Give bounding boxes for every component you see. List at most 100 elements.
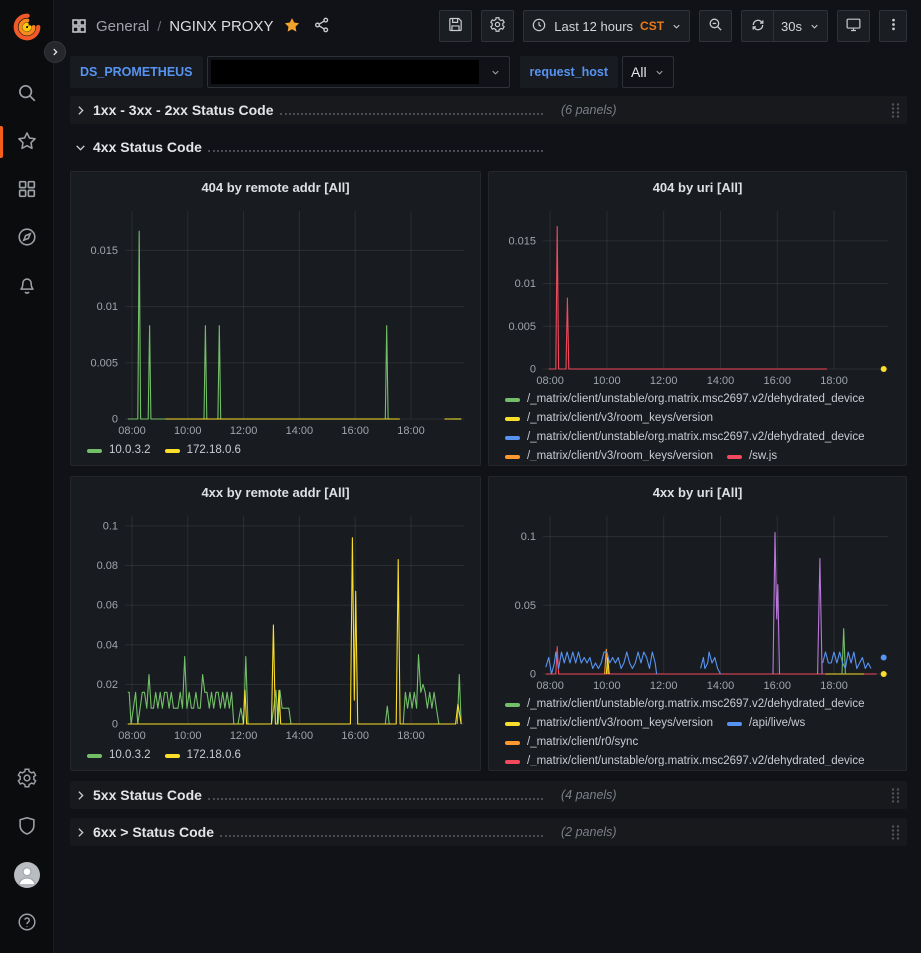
sidebar-item-search[interactable] (0, 70, 54, 118)
svg-text:18:00: 18:00 (397, 730, 425, 742)
svg-text:12:00: 12:00 (650, 680, 678, 692)
time-range-picker[interactable]: Last 12 hours CST (523, 10, 690, 42)
grafana-logo[interactable] (12, 12, 42, 42)
sidebar-item-profile[interactable] (0, 851, 54, 899)
legend-item[interactable]: /_matrix/client/v3/room_keys/version (505, 714, 713, 733)
variable-label-ds[interactable]: DS_PROMETHEUS (70, 56, 203, 88)
row-panel-count: (6 panels) (561, 103, 617, 117)
chevron-down-icon (490, 67, 501, 78)
user-avatar (14, 862, 40, 888)
monitor-icon (845, 16, 862, 36)
legend-label: /_matrix/client/v3/room_keys/version (527, 409, 713, 428)
legend-item[interactable]: /_matrix/client/unstable/org.matrix.msc2… (505, 390, 865, 409)
legend-item[interactable]: 10.0.3.2 (87, 746, 151, 765)
timeseries-chart-404-uri[interactable]: 00.0050.010.01508:0010:0012:0014:0016:00… (497, 201, 896, 388)
sidebar-item-configuration[interactable] (0, 755, 54, 803)
legend-item[interactable]: /_matrix/client/r0/sync (505, 733, 638, 752)
svg-text:0: 0 (530, 668, 536, 680)
legend-swatch (87, 754, 102, 758)
row-drag-handle[interactable] (890, 824, 901, 841)
chevron-down-icon (809, 21, 820, 32)
sidebar-item-dashboards[interactable] (0, 166, 54, 214)
zoom-out-button[interactable] (699, 10, 732, 42)
star-icon (16, 130, 38, 155)
variable-value-request-host-dropdown[interactable]: All (622, 56, 674, 88)
sidebar-item-alerting[interactable] (0, 262, 54, 310)
legend-item[interactable]: 172.18.0.6 (165, 746, 241, 765)
panel-title[interactable]: 4xx by uri [All] (497, 482, 898, 506)
legend-swatch (165, 449, 180, 453)
panel-title[interactable]: 4xx by remote addr [All] (79, 482, 472, 506)
legend-item[interactable]: /_matrix/client/unstable/org.matrix.msc2… (505, 752, 865, 766)
row-title: 4xx Status Code (93, 139, 202, 155)
tv-mode-button[interactable] (837, 10, 870, 42)
legend-swatch (727, 455, 742, 459)
dashboard-settings-button[interactable] (481, 10, 514, 42)
share-button[interactable] (311, 14, 333, 39)
legend-label: /_matrix/client/unstable/org.matrix.msc2… (527, 428, 865, 447)
panel-title[interactable]: 404 by remote addr [All] (79, 177, 472, 201)
sidebar-item-help[interactable] (0, 899, 54, 947)
refresh-button[interactable] (741, 10, 773, 42)
legend-item[interactable]: /_matrix/client/unstable/org.matrix.msc2… (505, 695, 865, 714)
timeseries-chart-4xx-uri[interactable]: 00.050.108:0010:0012:0014:0016:0018:00 (497, 506, 896, 693)
svg-text:18:00: 18:00 (820, 375, 848, 387)
legend-item[interactable]: /_matrix/client/unstable/org.matrix.msc2… (505, 428, 865, 447)
svg-text:0.08: 0.08 (97, 560, 118, 572)
row-header-6xx[interactable]: 6xx > Status Code (2 panels) (70, 818, 907, 846)
variable-value-ds-dropdown[interactable] (207, 56, 510, 88)
row-title: 1xx - 3xx - 2xx Status Code (93, 102, 274, 118)
legend-label: 172.18.0.6 (187, 441, 241, 460)
legend-item[interactable]: /sw.js (727, 447, 777, 461)
svg-text:10:00: 10:00 (174, 730, 202, 742)
legend-swatch (505, 741, 520, 745)
sidebar-expand-button[interactable] (44, 41, 66, 63)
legend-item[interactable]: /_matrix/client/v3/room_keys/version (505, 447, 713, 461)
legend-swatch (87, 449, 102, 453)
header-actions: Last 12 hours CST 30s (439, 10, 907, 42)
variable-ds-prometheus: DS_PROMETHEUS (70, 56, 510, 88)
favorite-star-button[interactable] (281, 14, 303, 39)
legend-item[interactable]: 172.18.0.6 (165, 441, 241, 460)
row-header-4xx[interactable]: 4xx Status Code (70, 133, 907, 161)
legend-item[interactable]: /_matrix/client/v3/room_keys/version (505, 409, 713, 428)
breadcrumb-section[interactable]: General (96, 18, 149, 35)
dotted-leader (280, 107, 543, 115)
legend-label: /_matrix/client/unstable/org.matrix.msc2… (527, 695, 865, 714)
row-header-1xx[interactable]: 1xx - 3xx - 2xx Status Code (6 panels) (70, 96, 907, 124)
variable-label-request-host[interactable]: request_host (520, 56, 619, 88)
dotted-leader (208, 792, 543, 800)
timeseries-chart-404-remote-addr[interactable]: 00.0050.010.01508:0010:0012:0014:0016:00… (79, 201, 472, 439)
panel-legend: /_matrix/client/unstable/org.matrix.msc2… (497, 693, 898, 766)
row-drag-handle[interactable] (890, 102, 901, 119)
legend-swatch (505, 417, 520, 421)
sidebar (0, 0, 54, 953)
row-drag-handle[interactable] (890, 787, 901, 804)
svg-text:0.005: 0.005 (90, 357, 118, 369)
timeseries-chart-4xx-remote-addr[interactable]: 00.020.040.060.080.108:0010:0012:0014:00… (79, 506, 472, 744)
panel-title[interactable]: 404 by uri [All] (497, 177, 898, 201)
panel-404-by-remote-addr: 404 by remote addr [All] 00.0050.010.015… (70, 171, 481, 466)
save-icon (447, 16, 464, 36)
dashboards-grid-icon (16, 178, 38, 203)
svg-text:0.01: 0.01 (515, 278, 536, 290)
svg-text:12:00: 12:00 (230, 730, 258, 742)
refresh-interval-button[interactable]: 30s (773, 10, 828, 42)
svg-text:10:00: 10:00 (593, 680, 621, 692)
row-panel-count: (2 panels) (561, 825, 617, 839)
legend-swatch (505, 455, 520, 459)
legend-swatch (505, 760, 520, 764)
svg-text:0.04: 0.04 (97, 639, 118, 651)
row-header-5xx[interactable]: 5xx Status Code (4 panels) (70, 781, 907, 809)
refresh-interval-label: 30s (781, 19, 802, 34)
sidebar-item-explore[interactable] (0, 214, 54, 262)
sidebar-item-server-admin[interactable] (0, 803, 54, 851)
svg-text:08:00: 08:00 (536, 680, 564, 692)
panel-legend: 10.0.3.2 172.18.0.6 (79, 744, 472, 765)
save-dashboard-button[interactable] (439, 10, 472, 42)
variable-value-text: All (631, 64, 647, 80)
legend-item[interactable]: 10.0.3.2 (87, 441, 151, 460)
more-options-button[interactable] (879, 10, 907, 42)
legend-item[interactable]: /api/live/ws (727, 714, 805, 733)
sidebar-item-starred[interactable] (0, 118, 54, 166)
